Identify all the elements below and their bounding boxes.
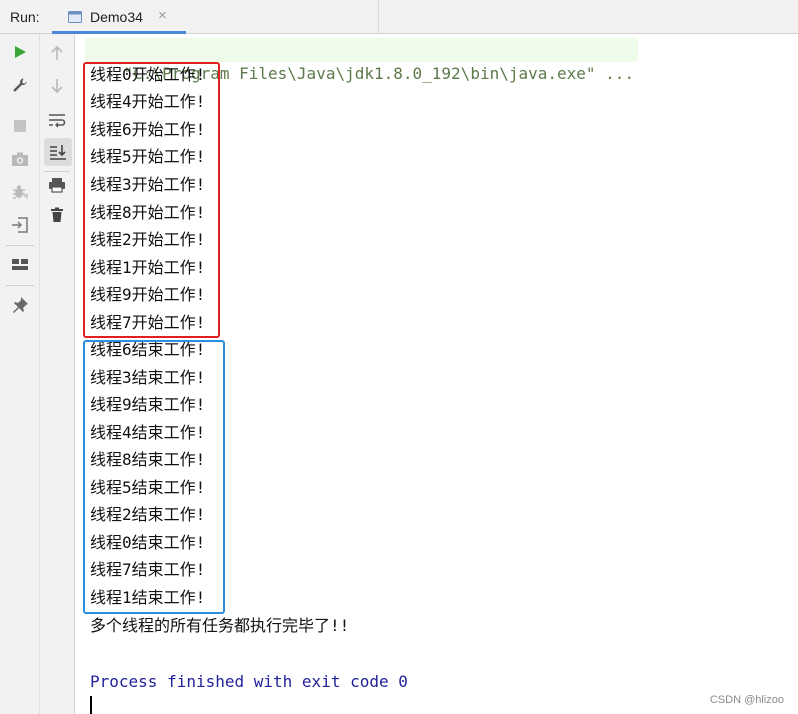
rerun-button[interactable]	[7, 39, 33, 65]
debug-icon	[11, 183, 29, 201]
stop-button[interactable]	[7, 113, 33, 139]
run-toolbar-secondary	[40, 34, 75, 714]
tab-title: Demo34	[90, 9, 143, 25]
pin-icon	[11, 296, 29, 314]
soft-wrap-button[interactable]	[44, 107, 70, 133]
scroll-to-end-button[interactable]	[44, 138, 72, 166]
trash-icon	[50, 207, 64, 223]
previous-occurrence-button[interactable]	[44, 40, 70, 66]
watermark: CSDN @hlizoo	[709, 694, 784, 706]
java-command-line[interactable]: "C:\Program Files\Java\jdk1.8.0_192\bin\…	[85, 38, 639, 83]
play-icon	[13, 45, 27, 59]
toolbar-separator	[6, 245, 34, 246]
restore-layout-button[interactable]	[7, 212, 33, 238]
layout-button[interactable]	[7, 252, 33, 278]
start-lines-highlight-box	[83, 62, 220, 338]
camera-icon	[11, 151, 29, 167]
stop-icon	[13, 119, 27, 133]
tab-demo34[interactable]: Demo34 ×	[52, 0, 186, 34]
next-occurrence-button[interactable]	[44, 73, 70, 99]
end-lines-highlight-box	[83, 340, 225, 614]
debug-button[interactable]	[7, 179, 33, 205]
run-label: Run:	[10, 9, 40, 25]
close-icon[interactable]: ×	[158, 7, 167, 24]
run-toolbar-primary	[0, 34, 40, 714]
soft-wrap-icon	[48, 112, 66, 128]
summary-line: 多个线程的所有任务都执行完毕了!!	[90, 616, 350, 635]
print-icon	[48, 177, 66, 193]
arrow-up-icon	[50, 45, 64, 61]
process-finished-line: Process finished with exit code 0	[90, 672, 408, 691]
text-caret	[90, 696, 92, 714]
run-config-icon	[68, 10, 82, 23]
toolbar-separator	[6, 285, 34, 286]
login-icon	[11, 216, 29, 234]
layout-icon	[11, 258, 29, 272]
clear-all-button[interactable]	[44, 202, 70, 228]
scroll-to-end-icon	[49, 144, 67, 160]
pin-tab-button[interactable]	[7, 292, 33, 318]
edit-config-button[interactable]	[7, 72, 33, 98]
console-output[interactable]: "C:\Program Files\Java\jdk1.8.0_192\bin\…	[75, 34, 798, 714]
print-button[interactable]	[44, 172, 70, 198]
run-toolwindow-header: Run: Demo34 ×	[0, 0, 798, 34]
thread-dump-button[interactable]	[7, 146, 33, 172]
header-divider	[378, 0, 379, 34]
wrench-icon	[12, 77, 28, 93]
arrow-down-icon	[50, 78, 64, 94]
